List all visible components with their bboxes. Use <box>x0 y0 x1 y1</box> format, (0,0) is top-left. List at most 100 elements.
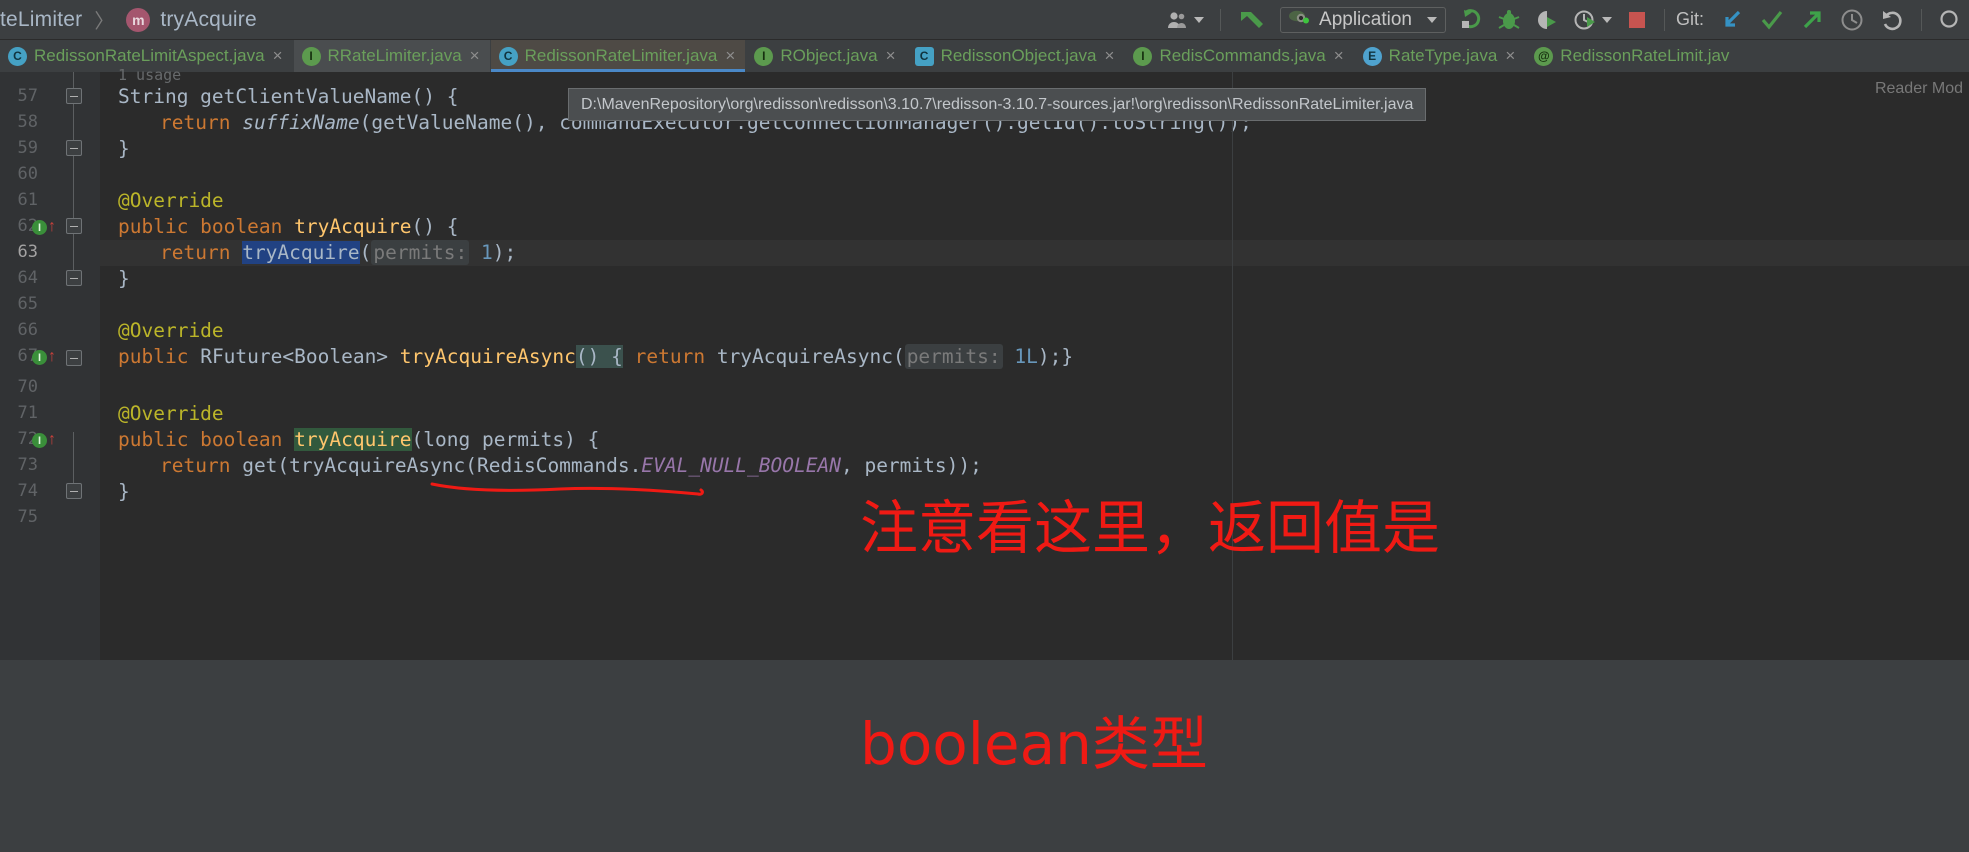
editor-tab-label: RedissonObject.java <box>940 46 1097 65</box>
profiler-icon[interactable] <box>1566 0 1619 40</box>
editor-tab-label: RateType.java <box>1388 46 1498 65</box>
search-everywhere-icon[interactable] <box>1931 0 1969 40</box>
interface-file-icon: I <box>301 46 321 66</box>
chevron-down-icon <box>1194 16 1205 23</box>
override-marker[interactable]: I ↑ <box>32 218 56 236</box>
editor-tab[interactable]: @ RedissonRateLimit.jav <box>1526 40 1749 72</box>
close-icon[interactable]: × <box>886 46 896 66</box>
occurrence-highlight: tryAcquire <box>294 428 412 451</box>
users-icon[interactable] <box>1160 0 1211 40</box>
rerun-icon[interactable] <box>1452 0 1490 40</box>
run-configuration-selector[interactable]: Application <box>1280 6 1446 33</box>
breadcrumb-separator-icon: 〉 <box>94 11 115 33</box>
line-number: 58 <box>17 112 38 132</box>
code-line-57: String getClientValueName() { <box>118 84 458 110</box>
code-line-63: return tryAcquire(permits: 1); <box>160 240 516 266</box>
line-number: 70 <box>17 377 38 397</box>
reader-mode-label[interactable]: Reader Mod <box>1875 80 1963 98</box>
code-token: ( <box>359 241 372 264</box>
close-icon[interactable]: × <box>1105 46 1115 66</box>
main-toolbar: teLimiter 〉 m tryAcquire Application Git… <box>0 0 1969 40</box>
code-line-62: public boolean tryAcquire() { <box>118 214 459 240</box>
breadcrumb: teLimiter 〉 m tryAcquire <box>0 0 257 39</box>
update-project-icon[interactable] <box>1712 0 1752 40</box>
file-path-tooltip: D:\MavenRepository\org\redisson\redisson… <box>568 88 1427 121</box>
editor-tab-active[interactable]: C RedissonRateLimiter.java × <box>490 40 747 72</box>
breadcrumb-class[interactable]: teLimiter <box>0 8 82 32</box>
code-token-type: RFuture<Boolean> <box>200 345 389 368</box>
close-icon[interactable]: × <box>1334 46 1344 66</box>
code-token-annotation: @Override <box>118 402 224 425</box>
class-file-icon: C <box>8 46 27 66</box>
commit-icon[interactable] <box>1752 0 1792 40</box>
class-file-icon: C <box>498 46 518 66</box>
back-arrow-icon[interactable] <box>1230 0 1274 40</box>
toolbar-divider <box>1921 8 1922 31</box>
code-token: get(tryAcquireAsync(RedisCommands. <box>242 454 642 477</box>
code-token-brace: () { <box>575 345 623 368</box>
toolbar-divider <box>1663 8 1665 31</box>
editor-gutter[interactable]: 57 58 59 60 61 62 63 64 65 66 67 70 71 7… <box>0 72 100 660</box>
run-with-coverage-icon[interactable] <box>1528 0 1566 40</box>
method-badge-icon: m <box>126 7 151 32</box>
close-icon[interactable]: × <box>470 46 480 66</box>
debug-icon[interactable] <box>1490 0 1528 40</box>
stop-icon[interactable] <box>1619 0 1655 40</box>
close-icon[interactable]: × <box>1505 46 1515 66</box>
red-annotation-line-2: boolean类型 <box>860 710 1208 778</box>
override-marker[interactable]: I ↑ <box>32 348 56 366</box>
selected-text[interactable]: tryAcquire <box>242 241 360 264</box>
override-arrow-icon: ↑ <box>48 431 56 448</box>
fold-collapse-icon[interactable] <box>66 140 82 156</box>
code-token: () { <box>411 215 459 238</box>
code-token-keyword: return <box>634 345 706 368</box>
editor-tab-label: RObject.java <box>780 46 878 65</box>
code-token-annotation: @Override <box>118 319 224 342</box>
line-number: 64 <box>17 268 38 288</box>
editor-tab-label: RedisCommands.java <box>1159 46 1326 65</box>
fold-collapse-icon[interactable] <box>66 350 82 366</box>
push-icon[interactable] <box>1792 0 1832 40</box>
editor-tab[interactable]: I RObject.java × <box>746 40 907 72</box>
annotation-file-icon: @ <box>1534 46 1554 66</box>
fold-collapse-icon[interactable] <box>66 88 82 104</box>
close-icon[interactable]: × <box>273 46 283 66</box>
code-token-method: tryAcquire <box>294 215 412 238</box>
code-token-method: tryAcquireAsync <box>399 345 576 368</box>
code-token-keyword: public <box>118 345 189 368</box>
override-marker[interactable]: I ↑ <box>32 431 56 449</box>
code-token-keyword: public boolean <box>118 428 283 451</box>
breadcrumb-method[interactable]: tryAcquire <box>160 8 257 32</box>
code-line-61: @Override <box>118 188 224 214</box>
override-arrow-icon: ↑ <box>48 348 56 365</box>
code-token-annotation: @Override <box>118 189 224 212</box>
code-token: } <box>118 137 130 160</box>
fold-collapse-icon[interactable] <box>66 483 82 499</box>
chevron-down-icon <box>1426 16 1437 23</box>
red-annotation-line-1: 注意看这里，返回值是 <box>860 494 1441 562</box>
interface-file-icon: I <box>1133 46 1153 66</box>
editor-tab[interactable]: E RateType.java × <box>1355 40 1527 72</box>
code-line-71: @Override <box>118 401 224 427</box>
code-line-73: return get(tryAcquireAsync(RedisCommands… <box>160 453 982 479</box>
implemented-method-icon: I <box>32 433 47 448</box>
code-token-number: 1 <box>481 241 493 264</box>
line-number: 61 <box>17 190 38 210</box>
code-token: ); <box>492 241 517 264</box>
editor-tab-label: RedissonRateLimiter.java <box>524 46 718 65</box>
history-icon[interactable] <box>1832 0 1872 40</box>
line-number: 60 <box>17 164 38 184</box>
toolbar-divider <box>1220 8 1222 31</box>
editor-tab[interactable]: I RRateLimiter.java × <box>293 40 491 72</box>
line-number: 57 <box>17 86 38 106</box>
line-number: 66 <box>17 320 38 340</box>
close-icon[interactable]: × <box>725 46 735 66</box>
editor-tab[interactable]: C RedissonObject.java × <box>907 40 1126 72</box>
editor-tab[interactable]: I RedisCommands.java × <box>1125 40 1355 72</box>
line-number: 65 <box>17 294 38 314</box>
fold-collapse-icon[interactable] <box>66 218 82 234</box>
fold-collapse-icon[interactable] <box>66 270 82 286</box>
chevron-down-icon <box>1601 16 1612 23</box>
revert-icon[interactable] <box>1872 0 1912 40</box>
code-line-72: public boolean tryAcquire(long permits) … <box>118 427 599 453</box>
